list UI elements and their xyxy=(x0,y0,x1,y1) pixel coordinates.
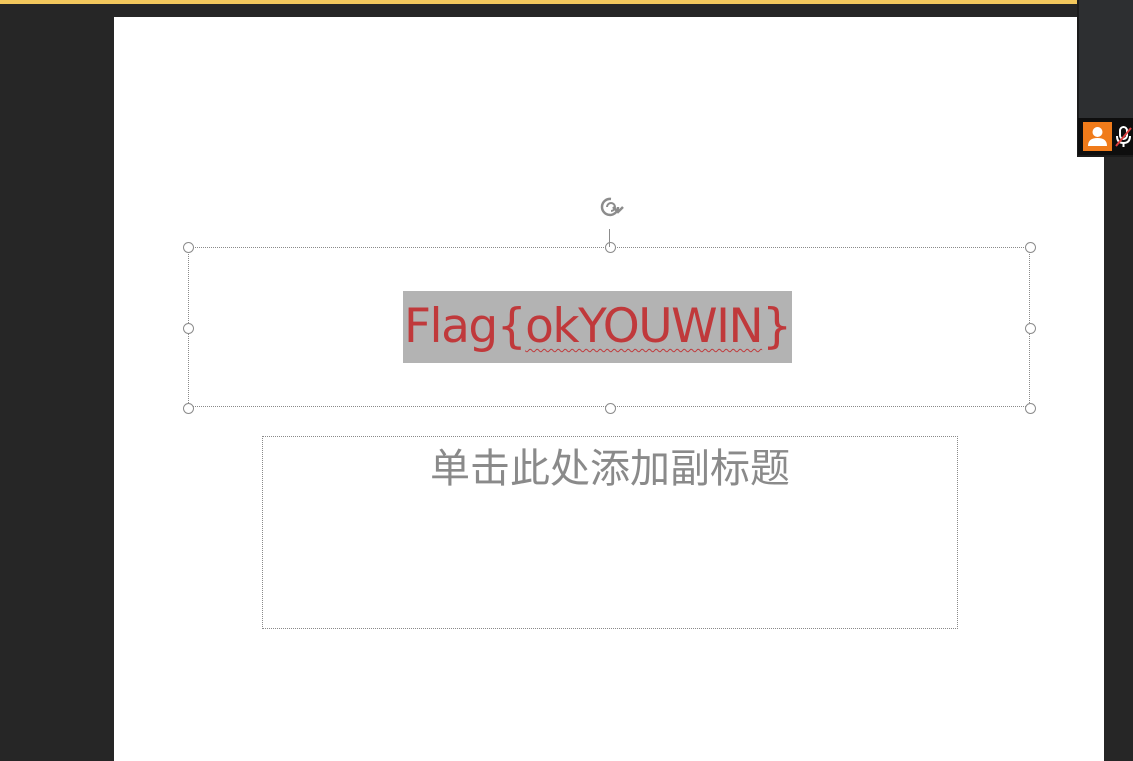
window-top-accent xyxy=(0,0,1078,4)
resize-handle-bottom-center[interactable] xyxy=(605,403,616,414)
title-spellcheck-word: okYOUWIN xyxy=(525,299,764,354)
rotate-handle-stem xyxy=(609,229,610,247)
slide-title-text[interactable]: Flag{okYOUWIN} xyxy=(403,291,792,363)
resize-handle-bottom-left[interactable] xyxy=(183,403,194,414)
subtitle-placeholder-text: 单击此处添加副标题 xyxy=(430,446,790,492)
resize-handle-top-left[interactable] xyxy=(183,242,194,253)
title-prefix: Flag{ xyxy=(404,299,527,354)
resize-handle-middle-left[interactable] xyxy=(183,323,194,334)
resize-handle-middle-right[interactable] xyxy=(1025,323,1036,334)
resize-handle-top-right[interactable] xyxy=(1025,242,1036,253)
subtitle-placeholder-box[interactable]: 单击此处添加副标题 xyxy=(262,436,958,629)
resize-handle-top-center[interactable] xyxy=(605,242,616,253)
mic-muted-icon[interactable] xyxy=(1114,125,1133,149)
user-avatar-icon[interactable] xyxy=(1083,122,1112,151)
resize-handle-bottom-right[interactable] xyxy=(1025,403,1036,414)
title-suffix: } xyxy=(762,299,792,354)
slide-canvas[interactable]: Flag{okYOUWIN} 单击此处添加副标题 xyxy=(114,17,1104,761)
rotate-handle-icon[interactable] xyxy=(594,192,628,222)
